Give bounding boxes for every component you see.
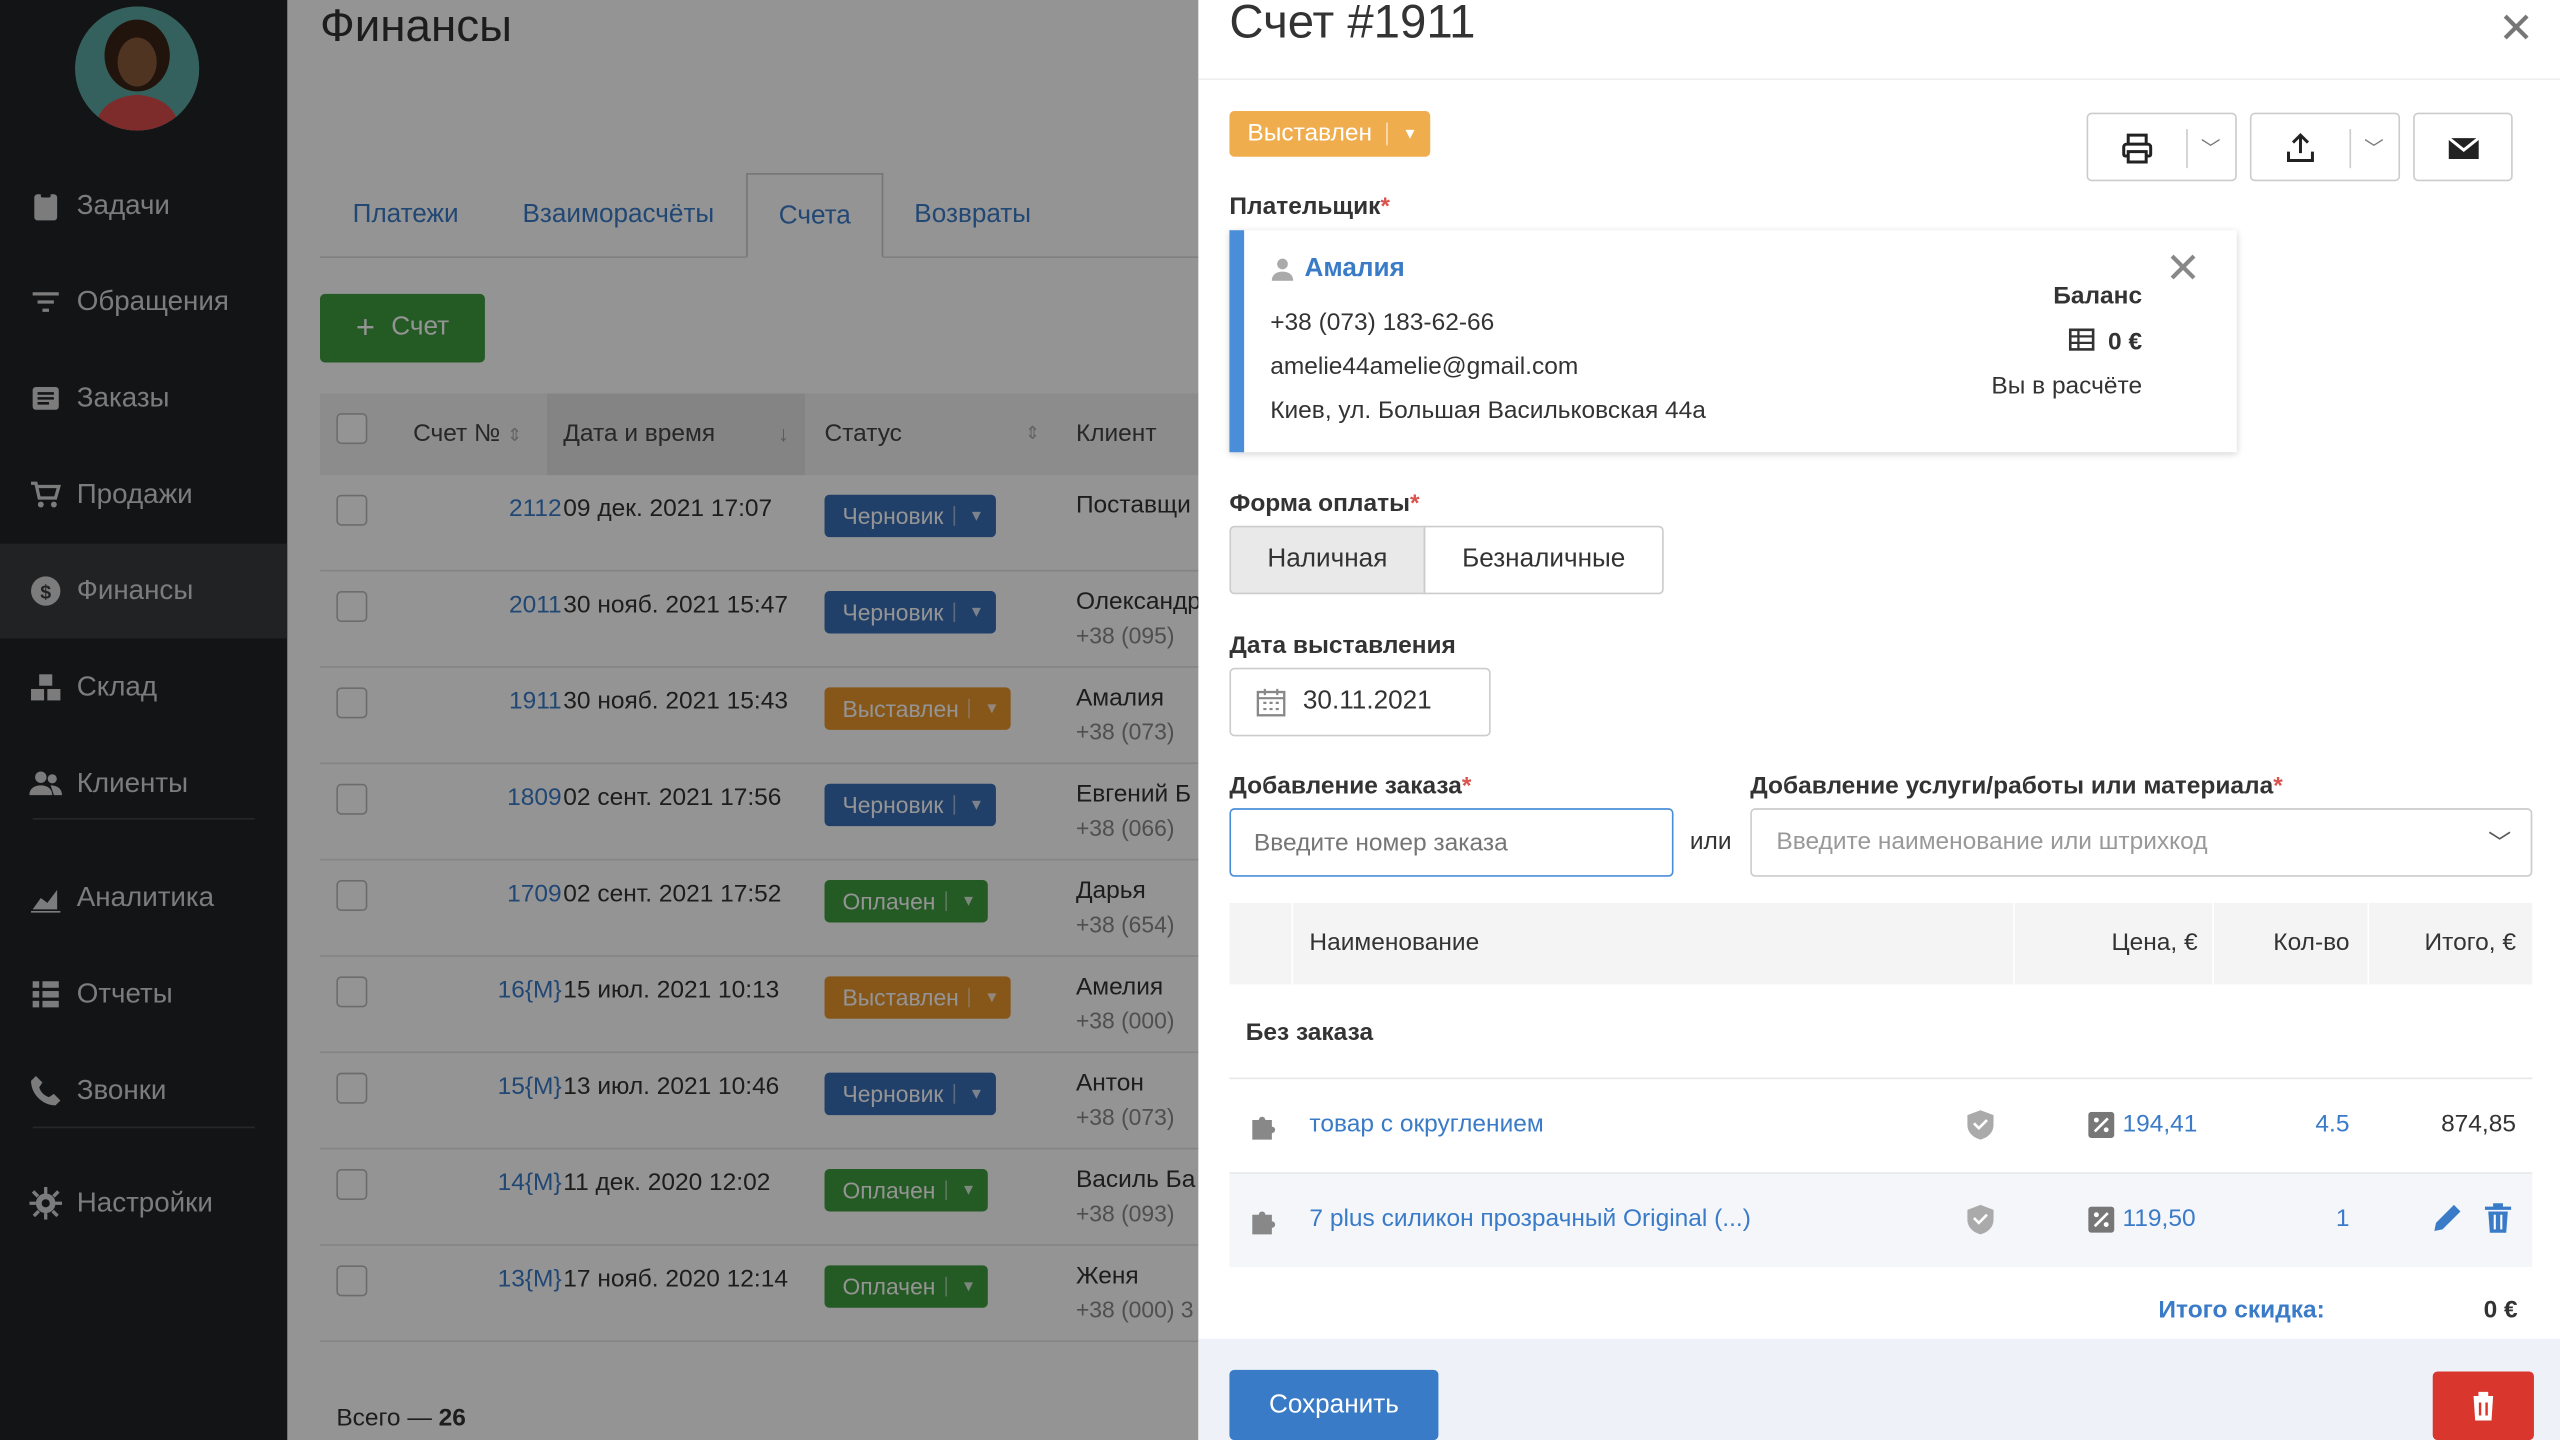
balance-value: 0 € [2069, 327, 2142, 356]
chevron-down-icon[interactable]: ﹀ [2186, 128, 2220, 169]
col-total: Итого, € [2424, 929, 2516, 957]
payer-phone: +38 (073) 183-62-66 [1270, 308, 1495, 337]
item-name-link[interactable]: товар с округлением [1309, 1110, 1543, 1138]
trash-icon[interactable] [2483, 1202, 2512, 1235]
delete-invoice-button[interactable] [2432, 1371, 2534, 1440]
panel-footer: Сохранить [1198, 1338, 2560, 1440]
save-button[interactable]: Сохранить [1229, 1369, 1439, 1440]
shield-icon[interactable] [1966, 1109, 1995, 1142]
puzzle-icon [1252, 1116, 1276, 1140]
discount-icon[interactable] [2088, 1111, 2115, 1138]
payer-card: Амалия +38 (073) 183-62-66 amelie44ameli… [1229, 230, 2237, 453]
payer-address: Киев, ул. Большая Васильковская 44а [1270, 396, 1706, 425]
envelope-icon [2447, 136, 2480, 160]
payment-cash-option[interactable]: Наличная [1229, 525, 1426, 595]
calendar-icon [1256, 688, 1286, 717]
order-number-input[interactable] [1229, 808, 1674, 877]
modal-backdrop[interactable] [0, 0, 1199, 1440]
col-qty: Кол-во [2273, 929, 2350, 957]
service-search-select[interactable]: Введите наименование или штрихкод ﹀ [1750, 808, 2533, 877]
item-price[interactable]: 194,41 [2123, 1110, 2198, 1138]
item-total: 874,85 [2441, 1110, 2516, 1138]
service-add-label: Добавление услуги/работы или материала* [1750, 772, 2283, 801]
item-price[interactable]: 119,50 [2123, 1205, 2196, 1233]
discount-label: Итого скидка: [2158, 1296, 2325, 1325]
panel-title: Счет #1911 [1229, 0, 1476, 49]
pencil-icon[interactable] [2431, 1202, 2464, 1235]
chevron-down-icon: ﹀ [2488, 829, 2512, 856]
upload-icon [2287, 132, 2314, 163]
remove-payer-icon[interactable]: ✕ [2165, 243, 2201, 294]
item-qty[interactable]: 4.5 [2315, 1110, 2349, 1138]
payment-cashless-option[interactable]: Безналичные [1423, 525, 1664, 595]
user-icon [1271, 258, 1294, 281]
balance-status: Вы в расчёте [1991, 372, 2143, 401]
divider [1198, 78, 2560, 81]
issue-date-label: Дата выставления [1229, 631, 1456, 660]
issue-date-field[interactable]: 30.11.2021 [1229, 667, 1491, 737]
item-row: товар с округлением 194,41 4.5 874,85 [1229, 1077, 2533, 1173]
trash-icon [2470, 1391, 2497, 1421]
item-qty[interactable]: 1 [2336, 1205, 2350, 1233]
payer-name[interactable]: Амалия [1305, 255, 1405, 284]
items-table-header: Наименование Цена, € Кол-во Итого, € [1229, 902, 2533, 985]
invoice-panel: Счет #1911 ✕ Выставлен ﹀ ﹀ Плательщик* А… [1198, 0, 2560, 1440]
printer-icon [2122, 133, 2153, 164]
payer-email: amelie44amelie@gmail.com [1270, 352, 1579, 381]
payment-form-label: Форма оплаты* [1229, 489, 1420, 518]
or-text: или [1689, 827, 1732, 856]
cash-register-icon [2069, 328, 2095, 351]
col-price: Цена, € [2111, 929, 2198, 957]
item-name-link[interactable]: 7 plus силикон прозрачный Original (...) [1309, 1205, 1750, 1233]
discount-value: 0 € [2483, 1296, 2518, 1325]
item-row: 7 plus силикон прозрачный Original (...)… [1229, 1172, 2533, 1267]
shield-icon[interactable] [1966, 1203, 1995, 1236]
col-name: Наименование [1309, 929, 1480, 957]
balance-title: Баланс [2053, 282, 2143, 311]
order-add-label: Добавление заказа* [1229, 772, 1472, 801]
chevron-down-icon[interactable]: ﹀ [2349, 128, 2384, 169]
puzzle-icon [1252, 1211, 1276, 1235]
group-no-order: Без заказа [1245, 1018, 1374, 1047]
email-button[interactable] [2413, 112, 2513, 182]
close-icon[interactable]: ✕ [2498, 3, 2534, 54]
discount-icon[interactable] [2088, 1206, 2115, 1233]
payer-label: Плательщик* [1229, 192, 1390, 221]
status-dropdown[interactable]: Выставлен [1229, 111, 1431, 157]
export-button[interactable]: ﹀ [2249, 112, 2401, 182]
print-button[interactable]: ﹀ [2086, 112, 2237, 182]
